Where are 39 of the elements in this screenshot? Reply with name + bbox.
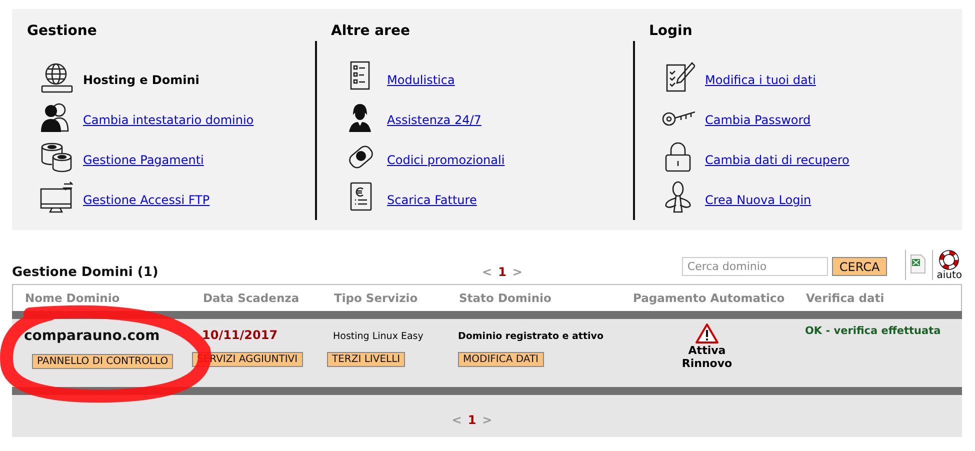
service-type: Hosting Linux Easy — [333, 330, 424, 342]
page-number[interactable]: 1 — [468, 413, 476, 427]
column-header: Stato Dominio — [459, 291, 552, 305]
spreadsheet-export-icon[interactable] — [910, 254, 926, 274]
search-button[interactable]: CERCA — [832, 257, 887, 276]
section-title: Altre aree — [331, 23, 411, 39]
expiry-date: 10/11/2017 — [202, 328, 278, 342]
menu-link[interactable]: Modulistica — [387, 73, 455, 93]
coins-icon — [39, 141, 73, 173]
section-title: Gestione — [27, 23, 98, 39]
menu-link[interactable]: Crea Nuova Login — [705, 193, 812, 213]
menu-link[interactable]: Scarica Fatture — [387, 193, 477, 213]
column-header: Verifica dati — [806, 291, 886, 305]
section-title: Login — [649, 23, 694, 39]
menu-link[interactable]: Codici promozionali — [387, 153, 505, 173]
domain-name: comparauno.com — [24, 328, 160, 344]
page-number[interactable]: 1 — [498, 265, 506, 279]
menu-link[interactable]: Cambia Password — [705, 113, 811, 133]
search-field[interactable]: Cerca dominio — [682, 257, 828, 276]
warning-icon — [695, 323, 719, 344]
auto-renew-link[interactable]: Attiva Rinnovo — [672, 344, 742, 370]
column-header: Tipo Servizio — [334, 291, 419, 305]
control-panel-button[interactable]: PANNELLO DI CONTROLLO — [32, 354, 174, 369]
menu-link[interactable]: Cambia intestatario dominio — [83, 113, 254, 133]
monitor-icon — [39, 181, 73, 213]
menu-link[interactable]: Modifica i tuoi dati — [705, 73, 816, 93]
verification-status: OK - verifica effettuata — [805, 324, 942, 337]
menu-link[interactable]: Cambia dati di recupero — [705, 153, 850, 173]
column-header: Data Scadenza — [203, 291, 300, 305]
edit-data-button[interactable]: MODIFICA DATI — [458, 352, 544, 367]
subdomains-button[interactable]: TERZI LIVELLI — [327, 352, 406, 367]
domain-status: Dominio registrato e attivo — [458, 330, 604, 342]
column-header: Pagamento Automatico — [633, 291, 786, 305]
section-title: Gestione Domini (1) — [12, 265, 160, 282]
column-header: Nome Dominio — [25, 291, 121, 305]
menu-link[interactable]: Gestione Accessi FTP — [83, 193, 210, 213]
menu-link[interactable]: Gestione Pagamenti — [83, 153, 204, 173]
menu-link[interactable]: Assistenza 24/7 — [387, 113, 482, 133]
globe-server-icon — [39, 61, 73, 93]
